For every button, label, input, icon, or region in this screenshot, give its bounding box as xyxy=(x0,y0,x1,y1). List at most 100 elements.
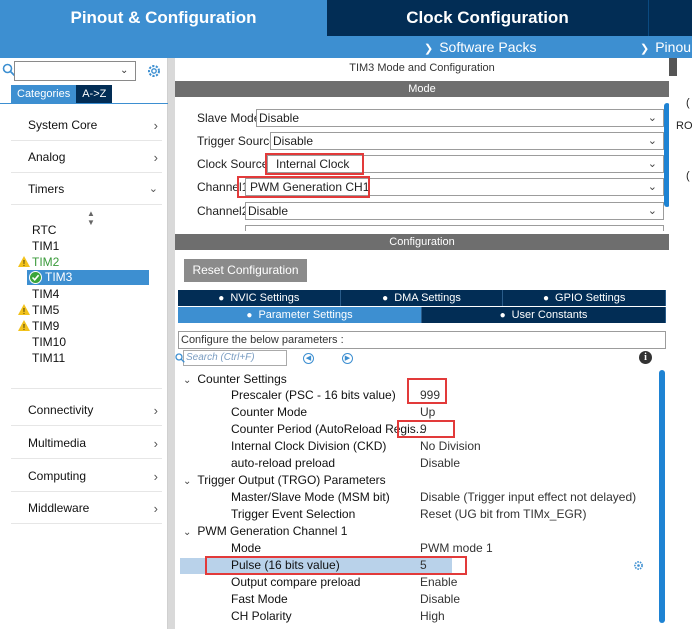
timer-label: TIM2 xyxy=(32,255,60,269)
slave-mode-select[interactable]: Disable ⌄ xyxy=(256,109,664,127)
divider xyxy=(11,458,162,459)
chevron-right-icon: › xyxy=(153,469,158,484)
tab-dma-settings[interactable]: ● DMA Settings xyxy=(341,290,504,306)
timer-item-rtc[interactable]: RTC xyxy=(32,223,56,238)
tab-parameter-settings[interactable]: ● Parameter Settings xyxy=(178,307,422,323)
group-pwm-channel1[interactable]: ⌄ PWM Generation Channel 1 xyxy=(183,524,347,539)
trigger-source-row: Trigger Source Disable ⌄ xyxy=(197,132,665,150)
timer-item-tim11[interactable]: TIM11 xyxy=(32,351,65,366)
info-icon[interactable]: i xyxy=(639,351,652,364)
top-tab-bar: Pinout & Configuration Clock Configurati… xyxy=(0,0,692,36)
category-computing[interactable]: Computing › xyxy=(28,469,162,489)
param-pwm-mode: Mode xyxy=(231,541,262,555)
group-counter-settings[interactable]: ⌄ Counter Settings xyxy=(183,372,287,387)
param-counter-mode: Counter Mode xyxy=(231,405,308,419)
chevron-down-icon: ⌄ xyxy=(647,112,657,124)
category-search-input[interactable] xyxy=(14,61,136,81)
chevron-right-icon: › xyxy=(153,118,158,133)
divider xyxy=(11,491,162,492)
chevron-right-icon: › xyxy=(153,150,158,165)
value-fast-mode[interactable]: Disable xyxy=(420,592,460,607)
category-label: Middleware xyxy=(28,501,90,515)
timer-item-tim4[interactable]: TIM4 xyxy=(32,287,59,302)
timer-item-tim1[interactable]: TIM1 xyxy=(32,239,59,254)
search-placeholder: Search (Ctrl+F) xyxy=(186,352,255,363)
tab-nvic-settings[interactable]: ● NVIC Settings xyxy=(178,290,341,306)
channel2-row: Channel2 Disable ⌄ xyxy=(197,202,665,220)
chevron-right-icon: › xyxy=(153,403,158,418)
tab-clock-configuration[interactable]: Clock Configuration xyxy=(327,0,648,36)
right-panel-edge: ( RO ( xyxy=(669,58,692,629)
category-analog[interactable]: Analog › xyxy=(28,150,162,170)
tab-user-constants[interactable]: ● User Constants xyxy=(422,307,666,323)
collapse-handle[interactable] xyxy=(669,58,677,76)
param-prescaler: Prescaler (PSC - 16 bits value) xyxy=(231,388,396,402)
timer-item-tim9[interactable]: ! TIM9 xyxy=(18,319,59,334)
timer-item-tim5[interactable]: ! TIM5 xyxy=(18,303,59,318)
channel2-value: Disable xyxy=(248,204,289,218)
configure-parameters-note: Configure the below parameters : xyxy=(178,331,666,349)
group-label: Counter Settings xyxy=(197,372,287,386)
value-output-compare-preload[interactable]: Enable xyxy=(420,575,457,590)
param-clock-division: Internal Clock Division (CKD) xyxy=(231,439,387,453)
tab-a-to-z[interactable]: A->Z xyxy=(76,85,113,103)
tab-pinout-configuration[interactable]: Pinout & Configuration xyxy=(0,0,327,36)
reset-configuration-button[interactable]: Reset Configuration xyxy=(184,259,307,282)
category-multimedia[interactable]: Multimedia › xyxy=(28,436,162,456)
category-middleware[interactable]: Middleware › xyxy=(28,501,162,521)
value-master-slave-mode[interactable]: Disable (Trigger input effect not delaye… xyxy=(420,490,636,505)
sort-icon[interactable]: ▲ ▼ xyxy=(87,209,95,227)
parameter-search-input[interactable]: Search (Ctrl+F) xyxy=(175,350,287,366)
value-ch-polarity[interactable]: High xyxy=(420,609,445,624)
panel-splitter[interactable] xyxy=(168,58,175,629)
param-output-compare-preload: Output compare preload xyxy=(231,575,361,589)
tab-label: Parameter Settings xyxy=(258,309,353,321)
next-match-icon[interactable]: ▶ xyxy=(342,353,353,364)
category-label: System Core xyxy=(28,118,98,132)
mode-section-header: Mode xyxy=(175,81,669,97)
value-auto-reload-preload[interactable]: Disable xyxy=(420,456,460,471)
value-counter-mode[interactable]: Up xyxy=(420,405,435,420)
chevron-down-icon[interactable]: ⌄ xyxy=(120,65,128,76)
divider xyxy=(11,388,162,389)
category-system-core[interactable]: System Core › xyxy=(28,118,162,138)
check-circle-icon: ● xyxy=(382,293,389,304)
category-label: Multimedia xyxy=(28,436,87,450)
tab-underline xyxy=(0,103,168,104)
tab-label: User Constants xyxy=(511,309,588,321)
timer-item-tim10[interactable]: TIM10 xyxy=(32,335,66,350)
channel2-select[interactable]: Disable ⌄ xyxy=(245,202,664,220)
category-connectivity[interactable]: Connectivity › xyxy=(28,403,162,423)
gear-icon[interactable] xyxy=(633,560,644,571)
svg-text:!: ! xyxy=(23,259,25,267)
category-label: Computing xyxy=(28,469,87,483)
tab-gpio-settings[interactable]: ● GPIO Settings xyxy=(503,290,667,306)
tab-categories[interactable]: Categories xyxy=(11,85,77,103)
pinout-menu[interactable]: ❯ Pinou xyxy=(640,36,691,58)
timer-item-tim2[interactable]: ! TIM2 xyxy=(18,255,60,270)
highlight-prescaler xyxy=(407,378,447,404)
chevron-right-icon: › xyxy=(153,436,158,451)
config-scrollbar[interactable] xyxy=(659,370,665,623)
software-packs-menu[interactable]: ❯ Software Packs xyxy=(424,36,536,58)
divider xyxy=(11,140,162,141)
check-circle-icon xyxy=(29,271,42,284)
value-pwm-mode[interactable]: PWM mode 1 xyxy=(420,541,493,556)
search-icon xyxy=(175,353,185,363)
value-trigger-event[interactable]: Reset (UG bit from TIMx_EGR) xyxy=(420,507,586,522)
group-trgo-parameters[interactable]: ⌄ Trigger Output (TRGO) Parameters xyxy=(183,473,386,488)
svg-text:!: ! xyxy=(23,307,25,315)
category-timers[interactable]: Timers ⌄ xyxy=(28,182,162,202)
tab-label: NVIC Settings xyxy=(230,292,300,304)
tab-overflow xyxy=(648,0,692,36)
trigger-source-select[interactable]: Disable ⌄ xyxy=(270,132,664,150)
channel3-select[interactable] xyxy=(245,225,664,231)
value-clock-division[interactable]: No Division xyxy=(420,439,481,454)
timer-item-tim3[interactable]: TIM3 xyxy=(27,270,149,285)
check-circle-icon: ● xyxy=(246,310,253,321)
param-trigger-event: Trigger Event Selection xyxy=(231,507,356,521)
edge-text: ( xyxy=(686,170,690,182)
trigger-source-label: Trigger Source xyxy=(197,134,276,148)
gear-icon[interactable] xyxy=(146,63,162,79)
previous-match-icon[interactable]: ◀ xyxy=(303,353,314,364)
